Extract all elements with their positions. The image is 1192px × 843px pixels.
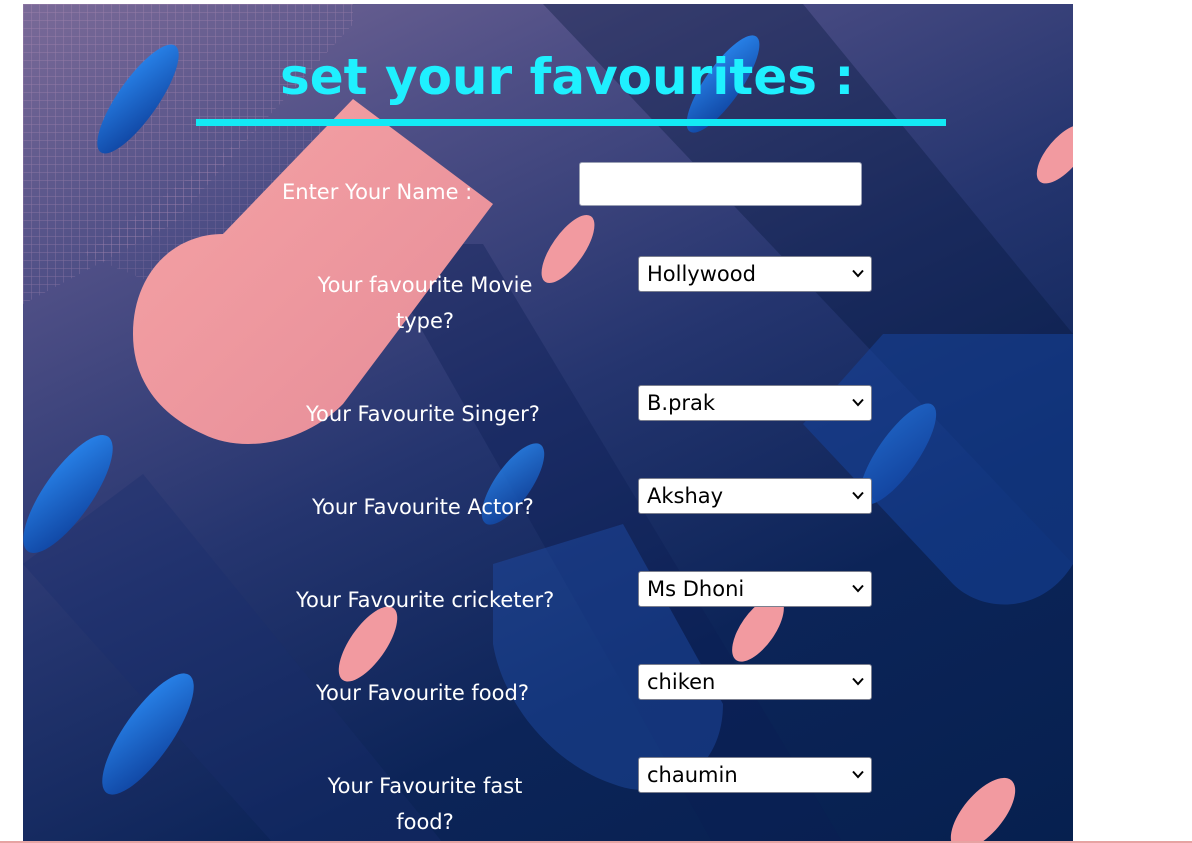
name-input[interactable] <box>579 162 862 206</box>
fast-food-label: Your Favourite fast food? <box>327 774 523 834</box>
food-label: Your Favourite food? <box>316 681 529 705</box>
pink-pill <box>1036 124 1073 184</box>
fast-food-select[interactable]: chaumin <box>638 757 872 793</box>
actor-select[interactable]: Akshay <box>638 478 872 514</box>
chevron-down-icon <box>852 677 864 686</box>
food-selected: chiken <box>647 670 716 694</box>
singer-selected: B.prak <box>647 391 716 415</box>
blue-blob <box>493 524 723 791</box>
chevron-down-icon <box>852 398 864 407</box>
fast-food-selected: chaumin <box>647 763 738 787</box>
singer-select[interactable]: B.prak <box>638 385 872 421</box>
page: set your favourites : Enter Your Name : … <box>0 0 1192 843</box>
movie-type-selected: Hollywood <box>647 262 756 286</box>
title-underline <box>196 119 946 126</box>
chevron-down-icon <box>852 770 864 779</box>
chevron-down-icon <box>852 491 864 500</box>
cricketer-selected: Ms Dhoni <box>647 577 745 601</box>
movie-type-select[interactable]: Hollywood <box>638 256 872 292</box>
form-panel: set your favourites : Enter Your Name : … <box>23 4 1073 843</box>
chevron-down-icon <box>852 269 864 278</box>
singer-label: Your Favourite Singer? <box>306 402 540 426</box>
food-select[interactable]: chiken <box>638 664 872 700</box>
cricketer-select[interactable]: Ms Dhoni <box>638 571 872 607</box>
movie-type-label: Your favourite Movie type? <box>317 273 533 333</box>
actor-label: Your Favourite Actor? <box>312 495 534 519</box>
page-title: set your favourites : <box>280 48 855 106</box>
cricketer-label: Your Favourite cricketer? <box>296 588 555 612</box>
chevron-down-icon <box>852 584 864 593</box>
name-label: Enter Your Name : <box>282 180 473 204</box>
blue-blob <box>803 334 1073 605</box>
actor-selected: Akshay <box>647 484 724 508</box>
background-art <box>23 4 1073 843</box>
pink-pill <box>950 777 1016 843</box>
